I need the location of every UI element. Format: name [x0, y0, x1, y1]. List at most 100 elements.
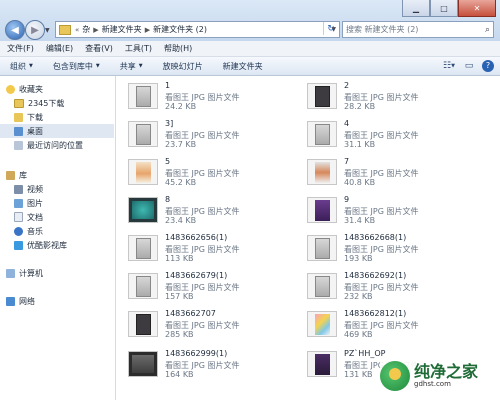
file-name: 1483662656(1) — [165, 233, 228, 242]
breadcrumb-item[interactable]: 杂 — [82, 24, 90, 35]
file-item[interactable]: 1483662999(1) 看图王 JPG 图片文件 164 KB — [128, 348, 298, 382]
maximize-button[interactable]: □ — [430, 0, 458, 17]
file-size: 113 KB — [165, 254, 194, 263]
file-item[interactable]: 1483662692(1) 看图王 JPG 图片文件 232 KB — [307, 270, 477, 304]
nav-network[interactable]: 网络 — [6, 294, 120, 308]
file-item[interactable]: 1483662668(1) 看图王 JPG 图片文件 193 KB — [307, 232, 477, 266]
organize-label: 组织 — [10, 61, 26, 71]
menu-tools[interactable]: 工具(T) — [120, 43, 157, 54]
nav-label: 图片 — [27, 198, 43, 208]
chevron-down-icon: ▼ — [95, 63, 100, 69]
close-icon: ✕ — [473, 3, 481, 13]
file-item[interactable]: 1483662679(1) 看图王 JPG 图片文件 157 KB — [128, 270, 298, 304]
image-thumbnail — [307, 311, 337, 337]
breadcrumb-item[interactable]: 新建文件夹 (2) — [153, 24, 207, 35]
search-box[interactable]: ⌕ — [342, 21, 494, 38]
watermark: 纯净之家 gdhst.com — [380, 358, 496, 394]
nav-label: 文档 — [27, 212, 43, 222]
file-item[interactable]: 1483662812(1) 看图王 JPG 图片文件 469 KB — [307, 308, 477, 342]
nav-favorites[interactable]: 收藏夹 — [6, 82, 120, 96]
menu-edit[interactable]: 编辑(E) — [41, 43, 78, 54]
history-dropdown-icon[interactable]: ▼ — [45, 27, 50, 34]
breadcrumb-separator-icon[interactable]: ▶ — [93, 26, 98, 34]
image-thumbnail — [128, 83, 158, 109]
library-icon — [6, 170, 15, 180]
forward-button[interactable]: ▶ — [25, 20, 45, 40]
youku-library-icon — [14, 240, 23, 250]
file-item[interactable]: 4 看图王 JPG 图片文件 31.1 KB — [307, 118, 477, 152]
minimize-button[interactable]: ▁ — [402, 0, 430, 17]
file-item[interactable]: 5 看图王 JPG 图片文件 45.2 KB — [128, 156, 298, 190]
file-name: 4 — [344, 119, 350, 128]
organize-button[interactable]: 组织 ▼ — [0, 61, 43, 72]
image-thumbnail — [307, 197, 337, 223]
preview-pane-icon: ▭ — [464, 60, 474, 71]
refresh-button[interactable]: ↻ — [323, 22, 338, 35]
nav-documents[interactable]: 文档 — [14, 210, 128, 224]
file-name: 8 — [165, 195, 171, 204]
file-item[interactable]: 2 看图王 JPG 图片文件 28.2 KB — [307, 80, 477, 114]
nav-downloads[interactable]: 下载 — [14, 110, 128, 124]
breadcrumb-prefix[interactable]: « — [75, 26, 79, 34]
folder-icon — [14, 98, 24, 108]
file-item[interactable]: 3] 看图王 JPG 图片文件 23.7 KB — [128, 118, 298, 152]
title-bar: ▁ □ ✕ ◀ ▶ ▼ « 杂 ▶ 新建文件夹 ▶ 新建文件夹 (2) ▼ ↻ … — [0, 0, 500, 41]
breadcrumb-separator-icon[interactable]: ▶ — [145, 26, 150, 34]
nav-label: 最近访问的位置 — [27, 140, 83, 150]
menu-file[interactable]: 文件(F) — [2, 43, 39, 54]
file-size: 164 KB — [165, 370, 194, 379]
minimize-icon: ▁ — [412, 3, 420, 13]
file-item[interactable]: 1483662656(1) 看图王 JPG 图片文件 113 KB — [128, 232, 298, 266]
close-button[interactable]: ✕ — [458, 0, 496, 17]
help-icon[interactable]: ? — [482, 59, 494, 72]
menu-view[interactable]: 查看(V) — [80, 43, 118, 54]
file-item[interactable]: 7 看图王 JPG 图片文件 40.8 KB — [307, 156, 477, 190]
menu-help[interactable]: 帮助(H) — [159, 43, 197, 54]
file-list: 1 看图王 JPG 图片文件 24.2 KB 2 看图王 JPG 图片文件 28.2 K… — [116, 76, 500, 400]
search-icon[interactable]: ⌕ — [485, 25, 493, 35]
new-folder-button[interactable]: 新建文件夹 — [213, 61, 273, 72]
file-item[interactable]: 1483662707 看图王 JPG 图片文件 285 KB — [128, 308, 298, 342]
forward-arrow-icon: ▶ — [31, 24, 39, 36]
view-options-icon: ☷ — [443, 60, 452, 71]
chevron-down-icon: ▼ — [29, 63, 33, 69]
nav-computer[interactable]: 计算机 — [6, 266, 120, 280]
file-item[interactable]: 1 看图王 JPG 图片文件 24.2 KB — [128, 80, 298, 114]
image-thumbnail — [128, 159, 158, 185]
file-size: 232 KB — [344, 292, 373, 301]
nav-pictures[interactable]: 图片 — [14, 196, 128, 210]
nav-label: 计算机 — [19, 268, 43, 278]
image-thumbnail — [128, 351, 158, 377]
slideshow-button[interactable]: 放映幻灯片 — [153, 61, 213, 72]
file-name: 1483662692(1) — [344, 271, 407, 280]
star-icon — [6, 84, 15, 94]
watermark-text: 纯净之家 gdhst.com — [414, 364, 478, 389]
nav-youku-library[interactable]: 优酷影视库 — [14, 238, 128, 252]
file-name: 5 — [165, 157, 171, 166]
file-item[interactable]: 9 看图王 JPG 图片文件 31.4 KB — [307, 194, 477, 228]
image-thumbnail — [128, 121, 158, 147]
share-button[interactable]: 共享 ▼ — [110, 61, 153, 72]
folder-icon — [59, 24, 71, 35]
back-button[interactable]: ◀ — [5, 20, 25, 40]
preview-pane-button[interactable]: ▭ — [462, 59, 476, 72]
file-size: 24.2 KB — [165, 102, 197, 111]
file-size: 23.4 KB — [165, 216, 197, 225]
search-input[interactable] — [343, 23, 467, 36]
address-bar[interactable]: « 杂 ▶ 新建文件夹 ▶ 新建文件夹 (2) ▼ — [55, 21, 340, 38]
nav-libraries[interactable]: 库 — [6, 168, 120, 182]
nav-videos[interactable]: 视频 — [14, 182, 128, 196]
breadcrumb-item[interactable]: 新建文件夹 — [102, 24, 142, 35]
file-name: 2 — [344, 81, 350, 90]
video-icon — [14, 184, 23, 194]
file-item[interactable]: 8 看图王 JPG 图片文件 23.4 KB — [128, 194, 298, 228]
nav-2345-downloads[interactable]: 2345下载 — [14, 96, 128, 110]
nav-recent-places[interactable]: 最近访问的位置 — [14, 138, 128, 152]
include-in-library-button[interactable]: 包含到库中 ▼ — [43, 61, 110, 72]
nav-desktop[interactable]: 桌面 — [0, 124, 114, 138]
recent-places-icon — [14, 140, 23, 150]
file-name: 7 — [344, 157, 350, 166]
change-view-button[interactable]: ☷ ▼ — [442, 59, 456, 72]
maximize-icon: □ — [440, 3, 448, 13]
nav-music[interactable]: 音乐 — [14, 224, 128, 238]
